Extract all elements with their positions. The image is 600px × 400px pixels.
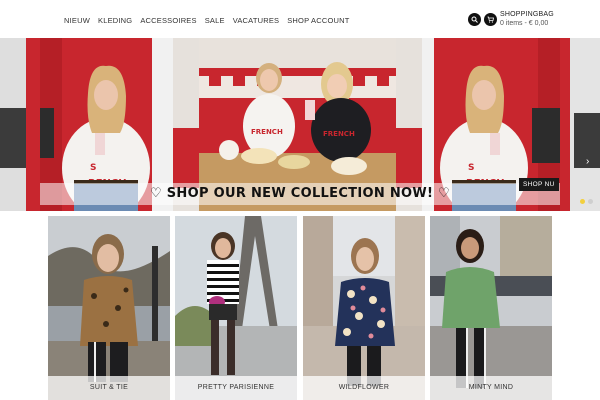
- header-icons: [468, 13, 497, 26]
- collection-card-pretty-parisienne[interactable]: PRETTY PARISIENNE: [175, 216, 297, 400]
- nav-item-kleding[interactable]: KLEDING: [98, 16, 132, 25]
- bag-summary: 0 items - € 0,00: [500, 20, 549, 27]
- site-header: NIEUW KLEDING ACCESSOIRES SALE VACATURES…: [0, 0, 600, 38]
- hero-caption-bar: ♡ SHOP OUR NEW COLLECTION NOW! ♡: [40, 183, 560, 205]
- collection-label-bar: WILDFLOWER: [303, 376, 425, 400]
- collection-photo: [303, 216, 425, 400]
- nav-item-sale[interactable]: SALE: [205, 16, 225, 25]
- collection-label: PRETTY PARISIENNE: [197, 384, 275, 391]
- collection-photo: [48, 216, 170, 400]
- svg-text:S: S: [90, 163, 96, 173]
- svg-text:FRENCH: FRENCH: [251, 128, 283, 136]
- search-icon[interactable]: [468, 13, 481, 26]
- collection-label: SUIT & TIE: [89, 384, 129, 391]
- cart-icon[interactable]: [484, 13, 497, 26]
- collection-label: WILDFLOWER: [338, 384, 390, 391]
- nav-item-shop-account[interactable]: SHOP ACCOUNT: [287, 16, 349, 25]
- hero-caption: ♡ SHOP OUR NEW COLLECTION NOW! ♡: [149, 186, 451, 201]
- nav-item-vacatures[interactable]: VACATURES: [233, 16, 280, 25]
- shop-now-button[interactable]: SHOP NU: [519, 178, 559, 191]
- slide-dot[interactable]: [588, 199, 593, 204]
- collection-label-bar: MINTY MIND: [430, 376, 552, 400]
- svg-text:FRENCH: FRENCH: [323, 130, 355, 138]
- collection-photo: [175, 216, 297, 400]
- collection-card-minty-mind[interactable]: MINTY MIND: [430, 216, 552, 400]
- collection-photo: [430, 216, 552, 400]
- next-slide-icon[interactable]: ›: [586, 156, 589, 167]
- collection-card-wildflower[interactable]: WILDFLOWER: [303, 216, 425, 400]
- collection-label-bar: PRETTY PARISIENNE: [175, 376, 297, 400]
- hero-slider[interactable]: S RENCH FRENCH FRENCH: [0, 38, 600, 211]
- nav-item-nieuw[interactable]: NIEUW: [64, 16, 90, 25]
- main-nav: NIEUW KLEDING ACCESSOIRES SALE VACATURES…: [64, 16, 350, 25]
- collection-card-suit-tie[interactable]: SUIT & TIE: [48, 216, 170, 400]
- slide-dot-active[interactable]: [580, 199, 585, 204]
- nav-item-accessoires[interactable]: ACCESSOIRES: [140, 16, 196, 25]
- bag-title: SHOPPINGBAG: [500, 11, 554, 18]
- shopping-bag[interactable]: SHOPPINGBAG 0 items - € 0,00: [500, 11, 554, 27]
- hero-edge-left: [0, 38, 40, 211]
- collection-label-bar: SUIT & TIE: [48, 376, 170, 400]
- svg-text:S: S: [468, 163, 474, 173]
- hero-edge-right: [560, 38, 600, 211]
- collection-label: MINTY MIND: [468, 384, 514, 391]
